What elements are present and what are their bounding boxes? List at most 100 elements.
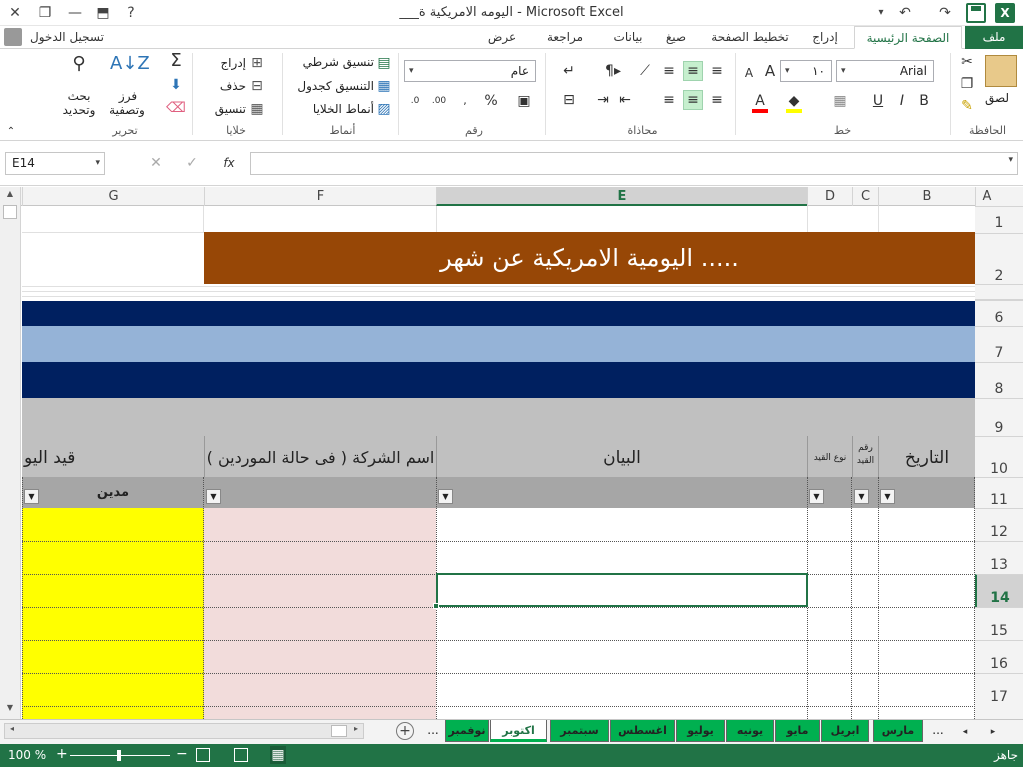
tab-page-layout[interactable]: تخطيط الصفحة	[702, 26, 798, 49]
vertical-scrollbar[interactable]: ▲ ▼	[0, 187, 21, 719]
fill-color-icon[interactable]: ◆	[786, 92, 802, 110]
collapse-ribbon-icon[interactable]: ⌃	[4, 123, 18, 141]
sheet-tab-may[interactable]: مايو	[775, 720, 820, 742]
tab-review[interactable]: مراجعة	[534, 26, 596, 49]
company-column-cells[interactable]	[204, 508, 436, 719]
column-header-c[interactable]: C	[852, 187, 878, 206]
normal-view-icon[interactable]: ▦	[270, 746, 286, 764]
header-date[interactable]: التاريخ	[878, 436, 975, 477]
row-header[interactable]: 7	[975, 326, 1023, 362]
sheet-tab-november[interactable]: نوفمبر	[445, 720, 489, 742]
filter-dropdown-icon[interactable]: ▼	[880, 489, 895, 504]
row-header[interactable]: 15	[975, 607, 1023, 640]
delete-cells-icon[interactable]: ⊟	[248, 77, 266, 95]
fill-icon[interactable]: ⬇	[166, 76, 186, 94]
cell-styles-button[interactable]: أنماط الخلايا	[290, 102, 374, 116]
row-header[interactable]: 1	[975, 206, 1023, 233]
paste-label[interactable]: لصق	[985, 91, 1009, 105]
sort-filter-label-2[interactable]: وتصفية	[102, 103, 152, 117]
row-header[interactable]: 8	[975, 362, 1023, 398]
underline-button[interactable]: U	[870, 92, 886, 110]
hscroll-thumb[interactable]	[331, 725, 347, 737]
insert-cells-icon[interactable]: ⊞	[248, 54, 266, 72]
signin-button[interactable]: تسجيل الدخول	[0, 26, 120, 49]
font-size-combo[interactable]: ▾ ١٠	[780, 60, 832, 82]
row-header[interactable]: 10	[975, 436, 1023, 477]
row-header[interactable]: 9	[975, 398, 1023, 436]
conditional-format-icon[interactable]: ▤	[376, 54, 392, 72]
find-select-label-2[interactable]: وتحديد	[56, 103, 102, 117]
sort-filter-icon[interactable]: A↓Z	[110, 55, 150, 73]
cancel-icon[interactable]: ✕	[148, 154, 164, 172]
column-header-g[interactable]: G	[22, 187, 204, 206]
scroll-right-icon[interactable]: ▸	[349, 724, 363, 738]
filter-dropdown-icon[interactable]: ▼	[206, 489, 221, 504]
borders-icon[interactable]: ▦	[832, 92, 848, 110]
filter-dropdown-icon[interactable]: ▼	[809, 489, 824, 504]
wrap-text-icon[interactable]: ↵	[560, 62, 578, 80]
more-sheets-right[interactable]: ...	[424, 723, 442, 737]
scroll-left-icon[interactable]: ◂	[5, 724, 19, 738]
conditional-format-button[interactable]: تنسيق شرطي	[290, 55, 374, 69]
tab-view[interactable]: عرض	[476, 26, 528, 49]
font-name-combo[interactable]: ▾ Arial	[836, 60, 934, 82]
tab-file[interactable]: ملف	[965, 26, 1023, 49]
sheet-title-cell[interactable]: اليومية الامريكية عن شهر .....	[204, 232, 975, 284]
header-debit[interactable]: مدين	[22, 477, 204, 508]
formula-input[interactable]: ▾	[250, 152, 1018, 175]
increase-decimal-icon[interactable]: .00	[428, 92, 450, 110]
name-box[interactable]: E14 ▾	[5, 152, 105, 175]
active-cell-e14[interactable]	[436, 573, 808, 607]
row-header[interactable]: 11	[975, 477, 1023, 508]
column-header-e[interactable]: E	[436, 187, 807, 206]
more-sheets-left[interactable]: ...	[928, 723, 948, 737]
column-header-b[interactable]: B	[878, 187, 975, 206]
sheet-tab-september[interactable]: سبتمبر	[550, 720, 609, 742]
ribbon-options-icon[interactable]: ⬒	[90, 2, 116, 24]
column-header-a[interactable]: A	[975, 187, 998, 206]
text-direction-icon[interactable]: ¶▸	[600, 62, 626, 80]
enter-icon[interactable]: ✓	[184, 154, 200, 172]
tab-data[interactable]: بيانات	[602, 26, 654, 49]
zoom-slider-thumb[interactable]	[117, 750, 121, 761]
paste-icon[interactable]	[985, 55, 1017, 87]
align-left-icon[interactable]: ≡	[660, 91, 678, 109]
merge-center-icon[interactable]: ⊟	[560, 91, 578, 109]
shrink-font-icon[interactable]: A	[742, 64, 756, 82]
sheet-tab-july[interactable]: يوليو	[676, 720, 725, 742]
format-painter-icon[interactable]: ✎	[958, 97, 976, 115]
find-select-icon[interactable]: ⚲	[62, 55, 96, 73]
scroll-up-icon[interactable]: ▲	[4, 189, 16, 203]
customize-qat-icon[interactable]: ▾	[868, 2, 894, 24]
zoom-out-icon[interactable]: −	[176, 746, 188, 762]
tab-home[interactable]: الصفحة الرئيسية	[854, 26, 962, 49]
copy-icon[interactable]: ❐	[958, 75, 976, 93]
select-all-corner[interactable]	[998, 187, 1023, 206]
expand-formula-icon[interactable]: ▾	[1008, 155, 1013, 165]
tab-insert[interactable]: إدراج	[802, 26, 848, 49]
close-icon[interactable]: ✕	[2, 2, 28, 24]
font-color-icon[interactable]: A	[752, 92, 768, 110]
minimize-icon[interactable]: —	[62, 2, 88, 24]
sheet-scroll-left-icon[interactable]: ◂	[958, 723, 972, 741]
zoom-level[interactable]: 100 %	[8, 748, 46, 762]
save-icon[interactable]	[966, 3, 986, 23]
comma-style-icon[interactable]: ,	[456, 92, 474, 110]
align-middle-icon[interactable]: ≡	[683, 61, 703, 81]
sheet-tab-march[interactable]: مارس	[873, 720, 923, 742]
format-as-table-button[interactable]: التنسيق كجدول	[290, 79, 374, 93]
fill-handle[interactable]	[433, 603, 439, 609]
page-layout-view-icon[interactable]	[234, 748, 248, 762]
page-break-view-icon[interactable]	[196, 748, 210, 762]
format-cells-button[interactable]: تنسيق	[196, 102, 246, 116]
cell-styles-icon[interactable]: ▨	[376, 100, 392, 118]
format-as-table-icon[interactable]: ▦	[376, 77, 392, 95]
chevron-down-icon[interactable]: ▾	[95, 153, 100, 174]
header-journal[interactable]: قيد اليو	[22, 436, 204, 477]
row-header[interactable]: 12	[975, 508, 1023, 541]
sheet-tab-october-active[interactable]: اكتوبر	[490, 720, 547, 742]
header-entry-no[interactable]: رقم القيد	[852, 436, 878, 477]
grow-font-icon[interactable]: A	[762, 62, 778, 80]
help-icon[interactable]: ?	[118, 2, 144, 24]
accounting-format-icon[interactable]: ▣	[512, 92, 536, 110]
